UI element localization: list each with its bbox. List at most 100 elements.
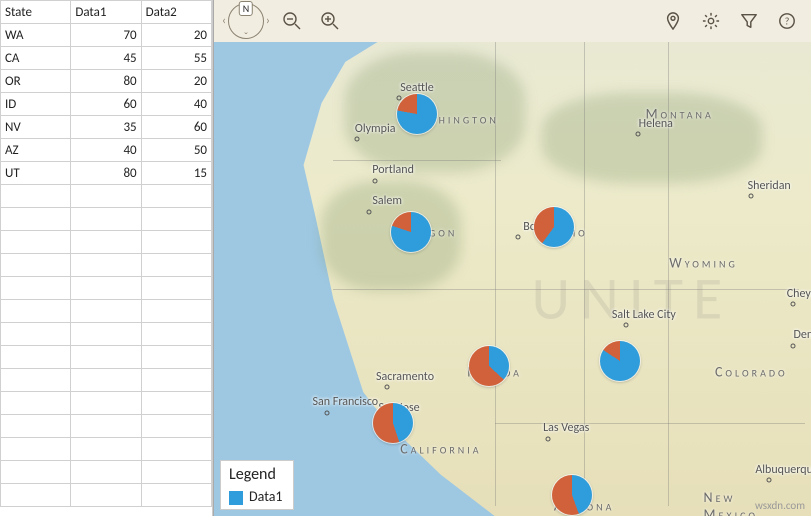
table-row[interactable] [1, 369, 212, 392]
cell-value[interactable]: 15 [141, 162, 211, 185]
cell-value[interactable] [71, 369, 141, 392]
table-row[interactable]: OR8020 [1, 70, 212, 93]
cell-state[interactable] [1, 323, 71, 346]
cell-value[interactable] [141, 254, 211, 277]
cell-value[interactable] [141, 392, 211, 415]
pie-marker-az[interactable] [552, 475, 592, 515]
cell-value[interactable] [71, 254, 141, 277]
rotate-down-icon[interactable]: ˇ [244, 31, 249, 45]
zoom-out-button[interactable] [278, 7, 306, 35]
cell-value[interactable] [141, 323, 211, 346]
pie-marker-nv[interactable] [469, 346, 509, 386]
cell-value[interactable] [141, 300, 211, 323]
pie-marker-ca[interactable] [373, 403, 413, 443]
pie-marker-wa[interactable] [397, 94, 437, 134]
cell-state[interactable] [1, 369, 71, 392]
cell-value[interactable] [141, 484, 211, 507]
cell-state[interactable]: WA [1, 24, 71, 47]
location-button[interactable] [659, 7, 687, 35]
cell-state[interactable]: UT [1, 162, 71, 185]
zoom-in-button[interactable] [316, 7, 344, 35]
cell-state[interactable] [1, 484, 71, 507]
cell-value[interactable] [141, 461, 211, 484]
rotate-left-icon[interactable]: ‹ [222, 14, 226, 28]
table-row[interactable] [1, 254, 212, 277]
col-header-data2[interactable]: Data2 [141, 1, 211, 24]
cell-state[interactable] [1, 300, 71, 323]
pie-marker-id[interactable] [534, 207, 574, 247]
cell-value[interactable]: 20 [141, 24, 211, 47]
cell-value[interactable] [141, 277, 211, 300]
cell-state[interactable] [1, 185, 71, 208]
cell-state[interactable] [1, 346, 71, 369]
cell-value[interactable] [71, 484, 141, 507]
cell-value[interactable]: 20 [141, 70, 211, 93]
cell-state[interactable] [1, 254, 71, 277]
cell-value[interactable]: 45 [71, 47, 141, 70]
pie-marker-or[interactable] [391, 212, 431, 252]
cell-value[interactable]: 40 [71, 139, 141, 162]
data-table[interactable]: State Data1 Data2 WA7020CA4555OR8020ID60… [0, 0, 212, 507]
spreadsheet[interactable]: State Data1 Data2 WA7020CA4555OR8020ID60… [0, 0, 213, 516]
cell-value[interactable]: 80 [71, 162, 141, 185]
cell-value[interactable]: 50 [141, 139, 211, 162]
table-row[interactable]: UT8015 [1, 162, 212, 185]
cell-state[interactable]: AZ [1, 139, 71, 162]
cell-value[interactable] [141, 231, 211, 254]
cell-value[interactable] [71, 461, 141, 484]
pie-marker-ut[interactable] [600, 341, 640, 381]
legend[interactable]: Legend Data1 [220, 460, 294, 510]
cell-value[interactable] [71, 415, 141, 438]
cell-value[interactable] [71, 346, 141, 369]
cell-value[interactable] [71, 438, 141, 461]
table-row[interactable] [1, 461, 212, 484]
cell-state[interactable] [1, 438, 71, 461]
table-row[interactable] [1, 323, 212, 346]
table-row[interactable] [1, 300, 212, 323]
cell-value[interactable] [71, 185, 141, 208]
col-header-data1[interactable]: Data1 [71, 1, 141, 24]
table-row[interactable] [1, 346, 212, 369]
table-row[interactable] [1, 415, 212, 438]
cell-state[interactable] [1, 231, 71, 254]
compass-control[interactable]: N ‹ › ˇ [224, 0, 268, 43]
cell-value[interactable] [141, 185, 211, 208]
cell-value[interactable]: 40 [141, 93, 211, 116]
cell-value[interactable] [71, 208, 141, 231]
cell-value[interactable]: 60 [71, 93, 141, 116]
map-panel[interactable]: N ‹ › ˇ ? [213, 0, 811, 516]
cell-value[interactable]: 35 [71, 116, 141, 139]
table-row[interactable]: CA4555 [1, 47, 212, 70]
table-row[interactable] [1, 185, 212, 208]
cell-value[interactable] [71, 231, 141, 254]
cell-value[interactable] [71, 300, 141, 323]
cell-state[interactable]: NV [1, 116, 71, 139]
cell-state[interactable] [1, 392, 71, 415]
cell-value[interactable] [141, 438, 211, 461]
cell-state[interactable] [1, 208, 71, 231]
cell-state[interactable]: ID [1, 93, 71, 116]
cell-value[interactable] [141, 208, 211, 231]
table-row[interactable] [1, 208, 212, 231]
cell-state[interactable] [1, 461, 71, 484]
table-row[interactable] [1, 231, 212, 254]
table-row[interactable] [1, 438, 212, 461]
rotate-right-icon[interactable]: › [266, 14, 270, 28]
cell-value[interactable] [71, 323, 141, 346]
table-row[interactable]: AZ4050 [1, 139, 212, 162]
cell-state[interactable]: OR [1, 70, 71, 93]
cell-value[interactable]: 70 [71, 24, 141, 47]
table-row[interactable]: ID6040 [1, 93, 212, 116]
cell-value[interactable]: 60 [141, 116, 211, 139]
settings-button[interactable] [697, 7, 725, 35]
table-row[interactable] [1, 392, 212, 415]
cell-value[interactable] [141, 415, 211, 438]
cell-value[interactable] [71, 277, 141, 300]
cell-state[interactable] [1, 415, 71, 438]
table-row[interactable]: NV3560 [1, 116, 212, 139]
cell-state[interactable]: CA [1, 47, 71, 70]
table-row[interactable] [1, 277, 212, 300]
table-row[interactable]: WA7020 [1, 24, 212, 47]
table-row[interactable] [1, 484, 212, 507]
filter-button[interactable] [735, 7, 763, 35]
